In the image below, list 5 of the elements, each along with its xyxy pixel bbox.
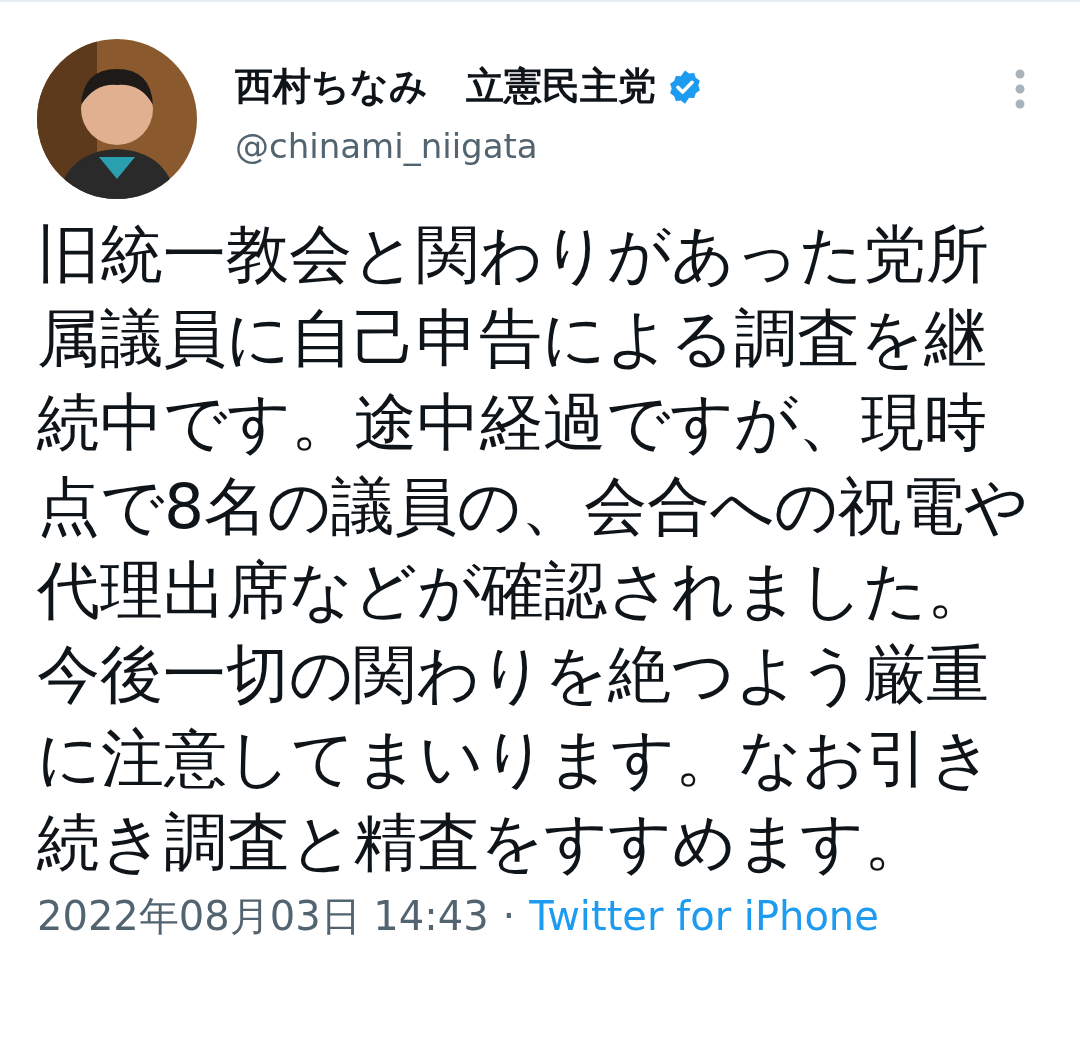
author-handle[interactable]: @chinami_niigata [235, 126, 1015, 166]
timestamp: 2022年08月03日 14:43 [37, 892, 489, 941]
author-name[interactable]: 西村ちなみ 立憲民主党 [235, 61, 656, 112]
tweet-text: 旧統一教会と関わりがあった党所属議員に自己申告による調査を継続中です。途中経過ですが、現時点で8名の議員の、会合への祝電や代理出席などが確認されました。今後一切の関わりを絶つよう厳重に注意してまいります。なお引き続き調査と精査をすすめます。 [37, 217, 1030, 881]
separator: · [502, 893, 516, 939]
